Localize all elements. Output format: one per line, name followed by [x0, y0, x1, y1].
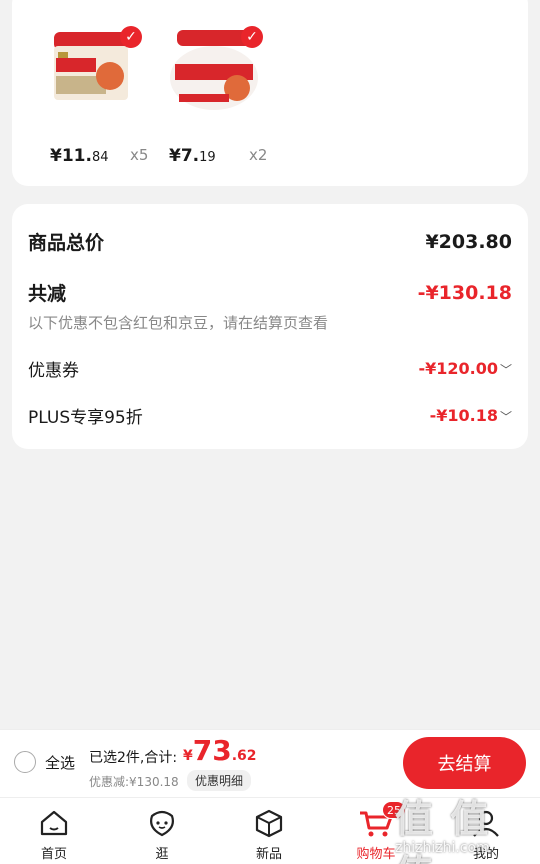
- checkout-bar: 全选 已选2件,合计: ¥73.62 优惠减:¥130.18 优惠明细 去结算: [0, 729, 540, 797]
- product-item[interactable]: ✓ ¥7.19 x2: [159, 0, 271, 166]
- total-amount: ¥73.62: [183, 734, 257, 767]
- face-icon: [150, 810, 174, 837]
- product-quantity: x5: [130, 146, 149, 164]
- reduce-label: 共减: [28, 283, 67, 305]
- total-price-label: 商品总价: [28, 232, 105, 254]
- product-item[interactable]: ✓ ¥11.84 x5: [42, 0, 154, 166]
- discount-note: 以下优惠不包含红包和京豆，请在结算页查看: [28, 314, 329, 332]
- tab-label: 逛: [155, 847, 169, 862]
- discount-detail-button[interactable]: 优惠明细: [187, 770, 252, 791]
- tab-new[interactable]: 新品: [229, 798, 309, 864]
- product-image[interactable]: ✓: [44, 0, 144, 112]
- tab-label: 首页: [40, 847, 67, 862]
- select-all-checkbox[interactable]: [14, 751, 36, 773]
- product-price: ¥11.84: [50, 146, 109, 166]
- coupon-label: 优惠券: [28, 361, 79, 381]
- selected-count: 已选2件,合计:: [89, 750, 178, 766]
- plus-discount-value: -¥10.18: [429, 406, 498, 425]
- tab-explore[interactable]: 逛: [122, 798, 202, 864]
- product-price: ¥7.19: [169, 146, 216, 166]
- coupon-row[interactable]: 优惠券 -¥120.00 ﹀: [28, 356, 512, 381]
- product-image[interactable]: ✓: [161, 0, 263, 112]
- total-price-value: ¥203.80: [425, 230, 512, 253]
- reduce-value: -¥130.18: [417, 281, 512, 304]
- plus-discount-label: PLUS专享95折: [28, 408, 143, 428]
- tab-label: 新品: [255, 847, 282, 862]
- price-summary-card: 商品总价 ¥203.80 共减 -¥130.18 以下优惠不包含红包和京豆，请在…: [12, 204, 528, 449]
- discount-total: 优惠减:¥130.18: [89, 775, 179, 789]
- box-icon: [255, 809, 283, 838]
- checked-icon[interactable]: ✓: [120, 26, 142, 48]
- product-card: ✓ ¥11.84 x5 ✓ ¥7.19 x2: [12, 0, 528, 186]
- chevron-down-icon[interactable]: ﹀: [500, 410, 512, 424]
- home-icon: [40, 810, 68, 836]
- coupon-value: -¥120.00: [418, 359, 498, 378]
- watermark-url: zhizhizhi.com: [395, 840, 490, 856]
- plus-discount-row[interactable]: PLUS专享95折 -¥10.18 ﹀: [28, 403, 512, 428]
- tab-home[interactable]: 首页: [14, 798, 94, 864]
- product-quantity: x2: [249, 146, 268, 164]
- checked-icon[interactable]: ✓: [241, 26, 263, 48]
- select-all-label[interactable]: 全选: [45, 752, 75, 773]
- checkout-button[interactable]: 去结算: [403, 737, 526, 789]
- chevron-down-icon[interactable]: ﹀: [500, 363, 512, 377]
